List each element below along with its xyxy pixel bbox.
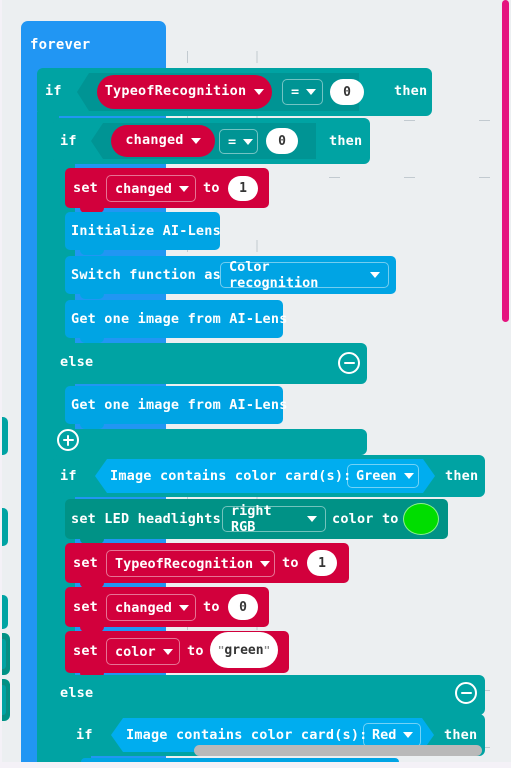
image-contains-red-label: Image contains color card(s): — [126, 727, 368, 743]
blocks-workspace[interactable]: forever if then TypeofRecognition = 0 if… — [0, 0, 511, 768]
set-changed-1-to-label: to — [203, 180, 220, 196]
set-typeofrecognition-variable-label: TypeofRecognition — [115, 555, 254, 572]
red-color-dropdown[interactable]: Red — [363, 723, 421, 747]
left-edge-bar — [0, 0, 2, 768]
set-changed-0-variable-dropdown[interactable]: changed — [106, 594, 196, 621]
set-color-value-field[interactable]: " green " — [210, 632, 278, 668]
typeofrecognition-compare-value[interactable]: 0 — [330, 79, 364, 105]
if-typeofrecognition-if-label: if — [45, 83, 62, 99]
changed-operator-dropdown[interactable]: = — [219, 129, 258, 154]
set-typeofrecognition-to-label: to — [282, 555, 299, 571]
block-notch — [80, 294, 104, 299]
switch-function-label: Switch function as — [71, 267, 221, 283]
if-changed-if-label: if — [60, 133, 77, 149]
else-bar-2[interactable] — [53, 675, 485, 715]
bottom-edge-bar — [0, 762, 511, 768]
forever-label: forever — [30, 37, 91, 53]
if-green-then-label: then — [445, 468, 479, 484]
set-changed-1-set-label: set — [73, 180, 98, 196]
typeofrecognition-variable-label: TypeofRecognition — [104, 83, 247, 100]
led-color-swatch[interactable] — [403, 503, 439, 535]
green-color-label: Green — [356, 468, 397, 484]
set-changed-1-value[interactable]: 1 — [228, 176, 258, 201]
set-changed-0-value[interactable]: 0 — [228, 594, 258, 620]
set-led-suffix-label: color to — [332, 511, 399, 527]
minus-circle-icon[interactable] — [338, 352, 360, 374]
set-color-set-label: set — [73, 643, 98, 659]
chevron-down-icon — [403, 732, 414, 738]
image-contains-green-label: Image contains color card(s): — [110, 468, 352, 484]
minus-circle-icon[interactable] — [455, 682, 477, 704]
chevron-down-icon — [306, 89, 317, 95]
if-changed-then-label: then — [329, 133, 363, 149]
red-color-label: Red — [372, 727, 397, 743]
close-quote: " — [263, 643, 271, 657]
set-changed-0-set-label: set — [73, 599, 98, 615]
block-stack: forever if then TypeofRecognition = 0 if… — [0, 0, 511, 768]
vertical-scrollbar[interactable] — [502, 0, 509, 322]
changed-variable-dropdown[interactable]: changed — [111, 125, 215, 157]
switch-function-option-dropdown[interactable]: Color recognition — [220, 259, 389, 291]
if-red-then-label: then — [444, 727, 478, 743]
set-color-variable-dropdown[interactable]: color — [106, 638, 180, 665]
comparison-operator-dropdown[interactable]: = — [282, 79, 323, 105]
green-color-dropdown[interactable]: Green — [347, 464, 419, 488]
chevron-down-icon — [243, 138, 254, 145]
set-typeofrecognition-set-label: set — [73, 555, 98, 571]
open-quote: " — [217, 643, 225, 657]
switch-function-option-label: Color recognition — [229, 259, 319, 291]
minus-bar — [460, 691, 472, 695]
set-color-value: green — [224, 642, 264, 658]
if-green-if-label: if — [60, 468, 77, 484]
add-branch-bar[interactable] — [53, 429, 367, 455]
set-led-prefix-label: set LED headlights — [71, 511, 221, 527]
chevron-down-icon — [260, 560, 271, 567]
else-label-2: else — [60, 685, 94, 701]
changed-compare-value[interactable]: 0 — [266, 128, 298, 154]
else-label-1: else — [60, 354, 94, 370]
get-image-label-2: Get one image from AI-Lens — [71, 397, 288, 413]
changed-variable-label: changed — [125, 132, 184, 149]
set-color-variable-label: color — [115, 643, 156, 660]
chevron-down-icon — [254, 89, 265, 95]
chevron-down-icon — [307, 516, 317, 522]
get-image-label-1: Get one image from AI-Lens — [71, 311, 288, 327]
typeofrecognition-variable-dropdown[interactable]: TypeofRecognition — [97, 75, 272, 109]
set-typeofrecognition-value[interactable]: 1 — [307, 550, 337, 576]
chevron-down-icon — [162, 648, 173, 655]
chevron-down-icon — [403, 473, 414, 479]
led-position-dropdown[interactable]: right RGB — [222, 503, 326, 535]
set-typeofrecognition-variable-dropdown[interactable]: TypeofRecognition — [106, 550, 275, 577]
changed-operator-label: = — [228, 133, 237, 150]
horizontal-scrollbar[interactable] — [194, 745, 482, 756]
else-bar-1[interactable] — [53, 343, 367, 384]
set-changed-1-variable-label: changed — [115, 180, 172, 197]
if-red-if-label: if — [76, 727, 93, 743]
set-changed-0-variable-label: changed — [115, 599, 172, 616]
minus-bar — [343, 361, 355, 365]
initialize-ailens-label: Initialize AI-Lens — [71, 223, 221, 239]
set-changed-0-to-label: to — [203, 599, 220, 615]
led-position-label: right RGB — [231, 503, 272, 535]
chevron-down-icon — [178, 185, 189, 192]
set-changed-1-variable-dropdown[interactable]: changed — [106, 175, 196, 202]
chevron-down-icon — [178, 604, 189, 611]
chevron-down-icon — [190, 138, 201, 144]
set-color-to-label: to — [187, 643, 204, 659]
block-notch — [80, 250, 104, 255]
if-typeofrecognition-then-label: then — [394, 83, 428, 99]
chevron-down-icon — [370, 272, 380, 278]
plus-circle-icon[interactable] — [57, 429, 79, 451]
comparison-operator-label: = — [291, 84, 300, 100]
plus-bar-v — [66, 434, 70, 446]
